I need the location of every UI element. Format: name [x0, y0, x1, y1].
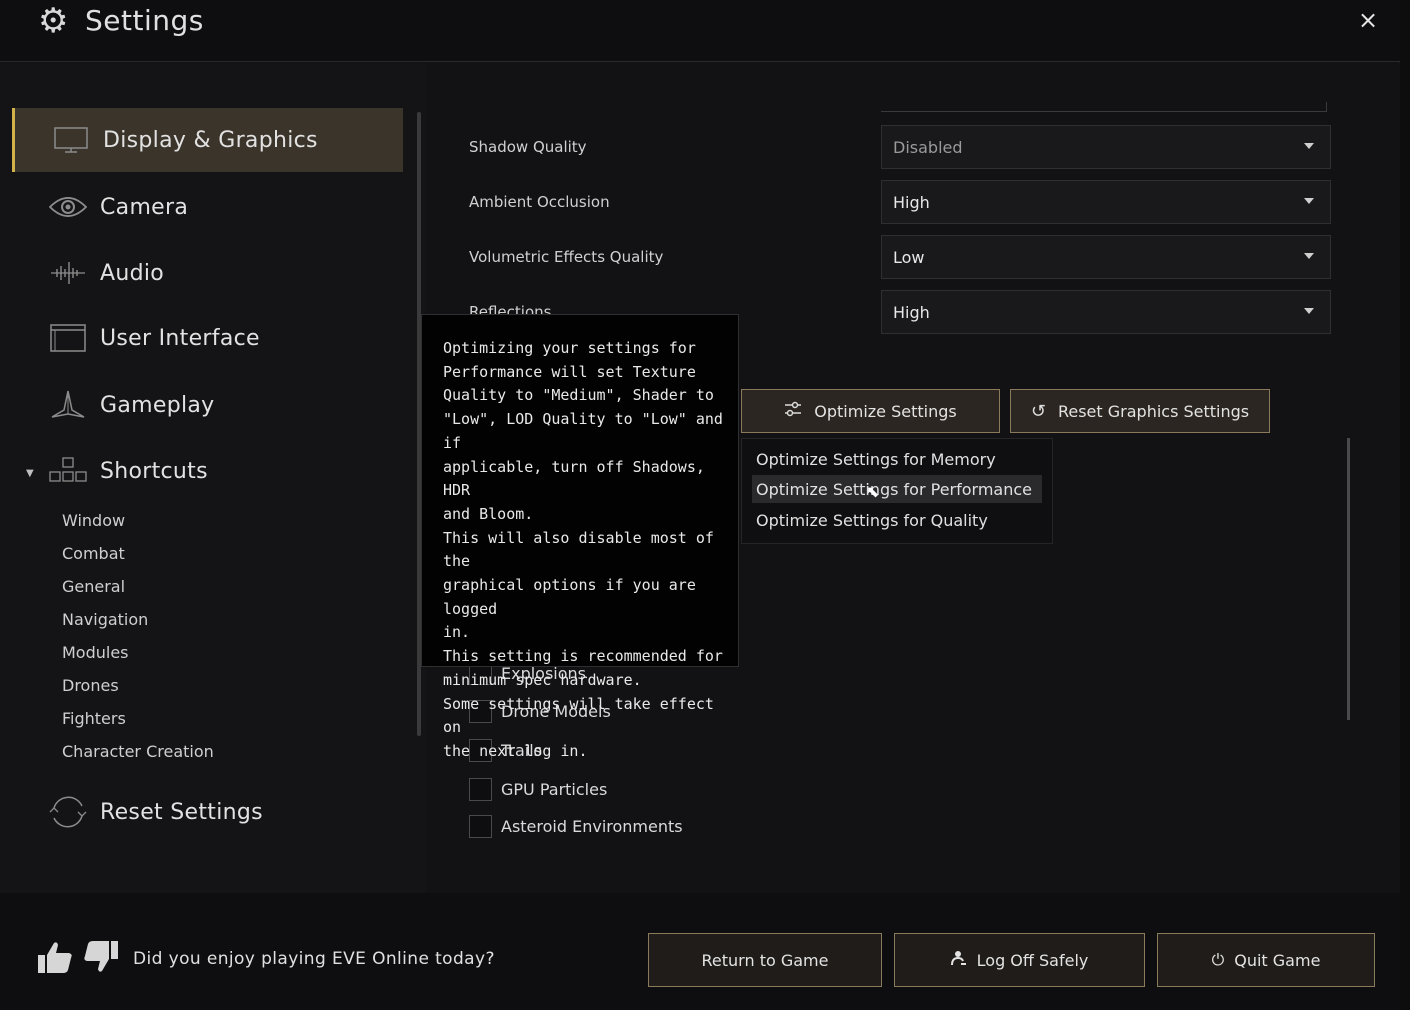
- audio-waveform-icon: [48, 253, 88, 293]
- close-button[interactable]: ×: [1358, 6, 1378, 34]
- chevron-down-icon: [1304, 253, 1314, 259]
- optimize-quality-option[interactable]: Optimize Settings for Quality: [752, 506, 1042, 534]
- sliders-icon: [784, 401, 802, 422]
- shadow-quality-label: Shadow Quality: [469, 138, 587, 156]
- person-logoff-icon: [950, 950, 967, 970]
- reflections-value: High: [893, 302, 930, 322]
- sidebar-item-label: User Interface: [100, 325, 260, 351]
- reset-graphics-label: Reset Graphics Settings: [1057, 401, 1250, 421]
- optimize-memory-option[interactable]: Optimize Settings for Memory: [752, 445, 1042, 473]
- sidebar-item-shortcuts[interactable]: Shortcuts: [12, 439, 403, 503]
- log-off-safely-button[interactable]: Log Off Safely: [894, 933, 1145, 987]
- log-off-safely-label: Log Off Safely: [976, 950, 1089, 970]
- shortcuts-sub-general[interactable]: General: [62, 577, 125, 596]
- window-title: Settings: [85, 4, 204, 37]
- chevron-down-icon: [1304, 198, 1314, 204]
- window-icon: [48, 318, 88, 358]
- quit-game-label: Quit Game: [1234, 950, 1321, 970]
- shortcuts-sub-modules[interactable]: Modules: [62, 643, 129, 662]
- gpu-particles-label: GPU Particles: [501, 779, 608, 799]
- reset-settings-button[interactable]: Reset Settings: [12, 780, 403, 844]
- shortcuts-sub-navigation[interactable]: Navigation: [62, 610, 148, 629]
- asteroid-environments-checkbox-row[interactable]: Asteroid Environments: [469, 814, 683, 838]
- shortcuts-sub-drones[interactable]: Drones: [62, 676, 119, 695]
- content-scrollbar[interactable]: [1347, 438, 1350, 720]
- sidebar-item-display-graphics[interactable]: Display & Graphics: [12, 108, 403, 172]
- optimize-performance-option[interactable]: Optimize Settings for Performance: [752, 475, 1042, 503]
- sidebar-item-label: Audio: [100, 260, 165, 286]
- undo-icon: ↺: [1030, 400, 1046, 422]
- monitor-icon: [51, 120, 91, 160]
- shadow-quality-value: Disabled: [893, 137, 963, 157]
- optimize-tooltip: Optimizing your settings for Performance…: [421, 314, 739, 760]
- ship-icon: [48, 385, 88, 425]
- ambient-occlusion-label: Ambient Occlusion: [469, 193, 610, 211]
- gear-icon: ⚙: [38, 1, 69, 41]
- gpu-particles-checkbox[interactable]: [469, 777, 492, 801]
- volumetric-effects-value: Low: [893, 247, 925, 267]
- mouse-cursor-icon: ⬉: [866, 482, 880, 501]
- power-icon: ⏻: [1211, 950, 1225, 969]
- shortcuts-sub-character-creation[interactable]: Character Creation: [62, 742, 214, 761]
- ambient-occlusion-select[interactable]: High: [881, 180, 1331, 224]
- partial-dropdown-above: [881, 102, 1327, 112]
- gpu-particles-checkbox-row[interactable]: GPU Particles: [469, 777, 607, 801]
- asteroid-environments-label: Asteroid Environments: [501, 816, 683, 836]
- return-to-game-label: Return to Game: [701, 950, 829, 970]
- optimize-settings-button[interactable]: Optimize Settings: [741, 389, 1000, 433]
- feedback-question: Did you enjoy playing EVE Online today?: [133, 949, 495, 969]
- shortcuts-sub-combat[interactable]: Combat: [62, 544, 125, 563]
- sidebar-item-label: Gameplay: [100, 392, 215, 418]
- quit-game-button[interactable]: ⏻ Quit Game: [1157, 933, 1375, 987]
- sidebar-item-user-interface[interactable]: User Interface: [12, 306, 403, 370]
- thumbs-down-icon[interactable]: [82, 940, 120, 982]
- volumetric-effects-select[interactable]: Low: [881, 235, 1331, 279]
- sidebar-item-audio[interactable]: Audio: [12, 241, 403, 305]
- chevron-down-icon: [1304, 143, 1314, 149]
- sidebar-item-label: Shortcuts: [100, 458, 208, 484]
- return-to-game-button[interactable]: Return to Game: [648, 933, 882, 987]
- title-bar: ⚙ Settings ×: [0, 0, 1400, 62]
- settings-window: ⚙ Settings × Display & Graphics Camera A…: [0, 0, 1400, 1010]
- optimize-settings-label: Optimize Settings: [814, 401, 957, 421]
- shortcuts-icon: [48, 451, 88, 491]
- sidebar-item-gameplay[interactable]: Gameplay: [12, 373, 403, 437]
- reflections-select[interactable]: High: [881, 290, 1331, 334]
- reset-graphics-button[interactable]: ↺ Reset Graphics Settings: [1010, 389, 1270, 433]
- asteroid-environments-checkbox[interactable]: [469, 814, 492, 838]
- chevron-down-icon: [1304, 308, 1314, 314]
- sidebar-item-camera[interactable]: Camera: [12, 175, 403, 239]
- sidebar-item-label: Display & Graphics: [103, 127, 318, 153]
- reset-settings-label: Reset Settings: [100, 799, 263, 825]
- thumbs-up-icon[interactable]: [36, 940, 74, 982]
- volumetric-effects-label: Volumetric Effects Quality: [469, 248, 664, 266]
- shortcuts-sub-fighters[interactable]: Fighters: [62, 709, 126, 728]
- tooltip-text: Optimizing your settings for Performance…: [443, 339, 723, 760]
- ambient-occlusion-value: High: [893, 192, 930, 212]
- sidebar-item-label: Camera: [100, 194, 189, 220]
- shadow-quality-select[interactable]: Disabled: [881, 125, 1331, 169]
- eye-icon: [48, 187, 88, 227]
- reset-circle-icon: [48, 792, 88, 832]
- shortcuts-sub-window[interactable]: Window: [62, 511, 125, 530]
